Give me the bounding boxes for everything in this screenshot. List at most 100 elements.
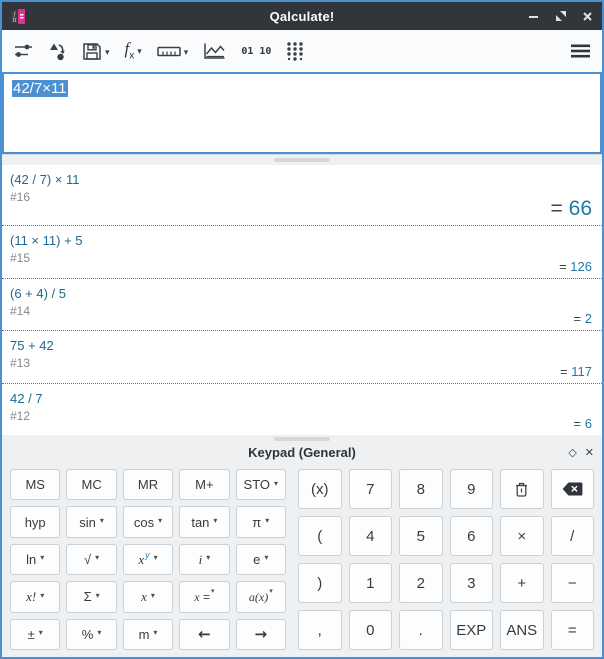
history-entry[interactable]: 75 + 42 #13 = 117: [2, 331, 602, 383]
key-6[interactable]: 6: [450, 516, 494, 556]
key-close-paren[interactable]: ): [298, 563, 342, 603]
history-index: #15: [10, 251, 30, 265]
history-result: = 6: [574, 416, 592, 431]
history-expression: (6 + 4) / 5: [10, 286, 592, 301]
key-sto[interactable]: STO: [236, 469, 286, 500]
key-mc[interactable]: MC: [66, 469, 116, 500]
key-9[interactable]: 9: [450, 469, 494, 509]
key-imaginary[interactable]: i: [179, 544, 229, 575]
window-controls: [527, 10, 594, 23]
history-index: #12: [10, 409, 30, 423]
key-equals-solve[interactable]: x =: [179, 581, 229, 612]
history-index: #14: [10, 304, 30, 318]
key-sum[interactable]: Σ: [66, 581, 116, 612]
key-e[interactable]: e: [236, 544, 286, 575]
key-3[interactable]: 3: [450, 563, 494, 603]
key-mr[interactable]: MR: [123, 469, 173, 500]
history-index: #16: [10, 190, 30, 204]
key-backspace-icon[interactable]: [551, 469, 595, 509]
history-result: = 2: [574, 311, 592, 326]
minimize-icon[interactable]: [527, 10, 540, 23]
keypad: MS MC MR M+ STO hyp sin cos tan π ln √ x…: [2, 464, 602, 657]
key-exp[interactable]: EXP: [450, 610, 494, 650]
keypad-close-icon[interactable]: [585, 443, 594, 461]
keypad-left: MS MC MR M+ STO hyp sin cos tan π ln √ x…: [10, 469, 286, 650]
key-7[interactable]: 7: [349, 469, 393, 509]
key-cursor-right[interactable]: →: [236, 619, 286, 650]
history-entry[interactable]: (11 × 11) + 5 #15 = 126: [2, 226, 602, 278]
key-x-variable[interactable]: x: [123, 581, 173, 612]
history-result: = 66: [551, 197, 592, 221]
key-power[interactable]: xy: [123, 544, 173, 575]
key-multiply[interactable]: ×: [500, 516, 544, 556]
splitter-handle[interactable]: [274, 158, 330, 162]
key-unit-m[interactable]: m: [123, 619, 173, 650]
key-pi[interactable]: π: [236, 506, 286, 537]
key-cursor-left[interactable]: ←: [179, 619, 229, 650]
functions-icon[interactable]: fx ▾: [125, 40, 142, 61]
convert-icon[interactable]: [48, 42, 67, 61]
units-icon[interactable]: ▾: [157, 45, 189, 58]
history-expression: 42 / 7: [10, 391, 592, 406]
key-hyp[interactable]: hyp: [10, 506, 60, 537]
input-history-splitter[interactable]: [2, 154, 602, 165]
history-entry[interactable]: 42 / 7 #12 = 6: [2, 384, 602, 435]
mode-sliders-icon[interactable]: [14, 43, 33, 59]
key-1[interactable]: 1: [349, 563, 393, 603]
key-ans[interactable]: ANS: [500, 610, 544, 650]
history-index: #13: [10, 356, 30, 370]
key-function-ax[interactable]: a(x): [236, 581, 286, 612]
key-equals[interactable]: =: [551, 610, 595, 650]
key-factorial[interactable]: x!: [10, 581, 60, 612]
history-entry[interactable]: (6 + 4) / 5 #14 = 2: [2, 279, 602, 331]
keypad-header: Keypad (General): [2, 435, 602, 464]
save-icon[interactable]: ▾: [82, 42, 110, 61]
key-ln[interactable]: ln: [10, 544, 60, 575]
key-cos[interactable]: cos: [123, 506, 173, 537]
history-entry[interactable]: (42 / 7) × 11 #16 = 66: [2, 165, 602, 226]
expression-input[interactable]: 42/7×11: [2, 72, 602, 154]
history-expression: 75 + 42: [10, 338, 592, 353]
key-clear-trash-icon[interactable]: [500, 469, 544, 509]
key-ms[interactable]: MS: [10, 469, 60, 500]
key-tan[interactable]: tan: [179, 506, 229, 537]
key-decimal[interactable]: .: [399, 610, 443, 650]
close-icon[interactable]: [581, 10, 594, 23]
key-0[interactable]: 0: [349, 610, 393, 650]
key-open-paren[interactable]: (: [298, 516, 342, 556]
titlebar: f π Qalculate!: [2, 2, 602, 30]
key-subtract[interactable]: −: [551, 563, 595, 603]
chevron-down-icon: ▾: [137, 46, 142, 57]
key-sqrt[interactable]: √: [66, 544, 116, 575]
key-add[interactable]: +: [500, 563, 544, 603]
chevron-down-icon: ▾: [105, 47, 110, 58]
detach-icon[interactable]: [568, 443, 576, 461]
keypad-right: (x) 7 8 9 ( 4 5 6 ×: [298, 469, 594, 650]
key-divide[interactable]: /: [551, 516, 595, 556]
key-percent[interactable]: %: [66, 619, 116, 650]
history-expression: (42 / 7) × 11: [10, 172, 592, 187]
history-expression: (11 × 11) + 5: [10, 233, 592, 248]
selected-expression-text: 42/7×11: [12, 80, 68, 97]
qalculate-window: f π Qalculate!: [0, 0, 604, 659]
window-title: Qalculate!: [2, 9, 602, 24]
number-bases-icon[interactable]: 0110: [241, 47, 271, 56]
menu-icon[interactable]: [571, 44, 590, 58]
key-8[interactable]: 8: [399, 469, 443, 509]
key-fx-paren[interactable]: (x): [298, 469, 342, 509]
key-comma[interactable]: ,: [298, 610, 342, 650]
key-4[interactable]: 4: [349, 516, 393, 556]
key-plusminus[interactable]: ±: [10, 619, 60, 650]
key-2[interactable]: 2: [399, 563, 443, 603]
plot-icon[interactable]: [203, 42, 226, 60]
key-5[interactable]: 5: [399, 516, 443, 556]
keypad-icon[interactable]: [286, 41, 304, 61]
keypad-title: Keypad (General): [248, 445, 356, 464]
restore-icon[interactable]: [554, 10, 567, 23]
key-sin[interactable]: sin: [66, 506, 116, 537]
history-result: = 126: [559, 259, 592, 274]
history-keypad-splitter-handle[interactable]: [274, 437, 330, 441]
history-list: (42 / 7) × 11 #16 = 66 (11 × 11) + 5 #15…: [2, 165, 602, 435]
key-mplus[interactable]: M+: [179, 469, 229, 500]
chevron-down-icon: ▾: [184, 47, 189, 58]
